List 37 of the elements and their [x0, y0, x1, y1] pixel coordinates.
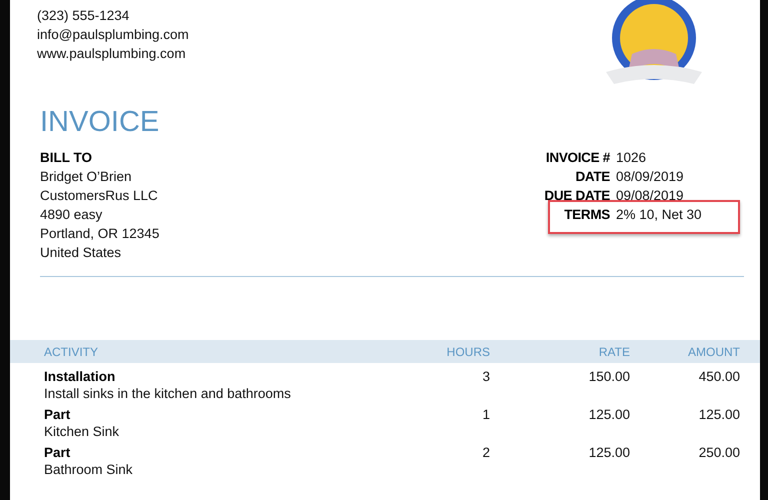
activity-description: Kitchen Sink	[44, 423, 120, 440]
meta-value: 09/08/2019	[616, 188, 684, 203]
column-header: RATE	[598, 344, 630, 358]
company-contact-line: info@paulsplumbing.com	[37, 26, 189, 44]
column-header: AMOUNT	[687, 344, 740, 358]
amount-cell-text: 450.00	[698, 369, 740, 386]
activity-name: Installation	[44, 369, 116, 385]
meta-label: DUE DATE	[543, 187, 610, 205]
company-contact-line: www.paulsplumbing.com	[37, 45, 187, 63]
amount-cell-text: 125.00	[698, 407, 740, 424]
amount-cell-text: 250.00	[698, 445, 740, 462]
column-header: HOURS	[446, 344, 490, 358]
rate-cell-text: 150.00	[588, 369, 630, 386]
meta-label: INVOICE #	[544, 149, 610, 167]
bill-to-line: 4890 easy	[40, 206, 104, 224]
hours-cell-text: 1	[481, 407, 490, 424]
rate-cell-text: 125.00	[588, 407, 630, 424]
bill-to-line: Portland, OR 12345	[40, 225, 160, 243]
bill-to-line: Bridget O’Brien	[40, 168, 133, 186]
column-header: ACTIVITY	[44, 344, 100, 358]
bill-to-line: CustomersRus LLC	[40, 187, 159, 205]
activity-description: Bathroom Sink	[44, 461, 134, 478]
activity-name: Part	[44, 407, 72, 423]
hours-cell-text: 2	[481, 445, 490, 462]
meta-value: 1026	[616, 150, 646, 165]
bill-to-heading: BILL TO	[40, 149, 94, 167]
meta-value: 08/09/2019	[616, 169, 684, 184]
rate-cell-text: 125.00	[588, 445, 630, 462]
invoice-title: INVOICE	[40, 106, 160, 138]
meta-label: TERMS	[563, 206, 610, 224]
company-contact-line: (323) 555-1234	[37, 7, 130, 25]
activity-name: Part	[44, 445, 72, 461]
meta-value: 2% 10, Net 30	[616, 207, 702, 222]
bill-to-line: United States	[40, 244, 122, 262]
hours-cell-text: 3	[481, 369, 490, 386]
activity-description: Install sinks in the kitchen and bathrooms	[44, 385, 292, 402]
meta-label: DATE	[574, 168, 610, 186]
